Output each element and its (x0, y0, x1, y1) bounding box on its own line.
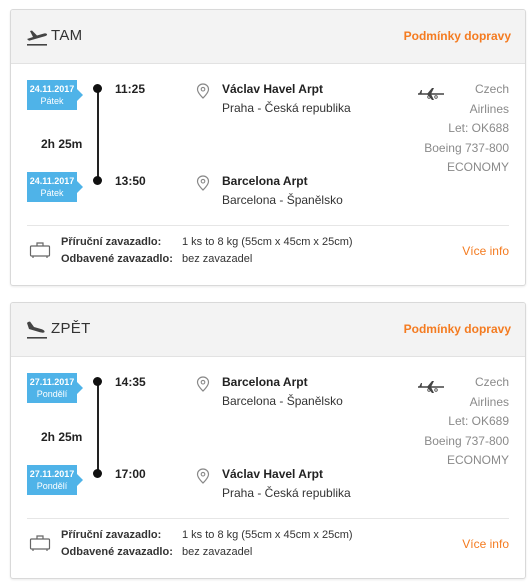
arrival-airport: Barcelona Arpt (222, 174, 308, 188)
hand-baggage-label: Příruční zavazadlo: (61, 236, 162, 248)
checked-baggage-value: bez zavazadel (182, 253, 253, 265)
checked-baggage-label: Odbavené zavazadlo: (61, 253, 173, 265)
arrival-time: 17:00 (115, 467, 146, 481)
departure-date: 24.11.2017 (29, 84, 75, 94)
card-header: TAM Podmínky dopravy (11, 10, 525, 64)
timeline-line (97, 382, 99, 474)
timeline-line (97, 89, 99, 181)
luggage-icon (29, 242, 51, 258)
more-info-link[interactable]: Více info (462, 537, 509, 551)
airline-info: Czech Airlines Let: OK689 Boeing 737-800… (399, 373, 509, 471)
outbound-flight-card: TAM Podmínky dopravy 24.11.2017 Pátek 11… (10, 9, 526, 286)
direction-title: ZPĚT (51, 320, 91, 337)
departure-dot (93, 377, 102, 386)
flight-duration: 2h 25m (41, 430, 83, 444)
departure-time: 14:35 (115, 375, 146, 389)
arrival-date-badge: 27.11.2017 Pondělí (27, 465, 83, 495)
aircraft-type: Boeing 737-800 (424, 140, 509, 155)
departure-time: 11:25 (115, 82, 146, 96)
departure-date: 27.11.2017 (29, 377, 75, 387)
arrival-city: Praha - Česká republika (222, 486, 351, 500)
location-pin-icon (196, 83, 210, 99)
arrival-date-badge: 24.11.2017 Pátek (27, 172, 83, 202)
direction-title: TAM (51, 27, 83, 44)
hand-baggage-value: 1 ks to 8 kg (55cm x 45cm x 25cm) (182, 529, 353, 541)
aircraft-type: Boeing 737-800 (424, 433, 509, 448)
arrival-dot (93, 469, 102, 478)
flight-number: Let: OK688 (448, 121, 509, 135)
airline-info: Czech Airlines Let: OK688 Boeing 737-800… (399, 80, 509, 178)
conditions-link[interactable]: Podmínky dopravy (404, 322, 511, 336)
departure-airport: Barcelona Arpt (222, 375, 308, 389)
airline-name-2: Airlines (469, 101, 509, 116)
divider (27, 518, 509, 519)
airline-name-1: Czech (474, 375, 509, 389)
flight-number: Let: OK689 (448, 414, 509, 428)
location-pin-icon (196, 468, 210, 484)
flight-duration: 2h 25m (41, 137, 83, 151)
arrival-date: 24.11.2017 (29, 176, 75, 186)
location-pin-icon (196, 376, 210, 392)
departure-date-badge: 27.11.2017 Pondělí (27, 373, 83, 403)
departure-airport: Václav Havel Arpt (222, 82, 323, 96)
luggage-icon (29, 535, 51, 551)
airline-name-1: Czech (474, 82, 509, 96)
arrival-time: 13:50 (115, 174, 146, 188)
checked-baggage-label: Odbavené zavazadlo: (61, 546, 173, 558)
departure-dot (93, 84, 102, 93)
more-info-link[interactable]: Více info (462, 244, 509, 258)
cabin-class: ECONOMY (446, 453, 509, 467)
hand-baggage-label: Příruční zavazadlo: (61, 529, 162, 541)
arrival-city: Barcelona - Španělsko (222, 193, 343, 207)
inbound-flight-card: ZPĚT Podmínky dopravy 27.11.2017 Pondělí… (10, 302, 526, 579)
checked-baggage-value: bez zavazadel (182, 546, 253, 558)
departure-weekday: Pondělí (36, 389, 68, 399)
location-pin-icon (196, 175, 210, 191)
departure-city: Praha - Česká republika (222, 101, 351, 115)
arrival-dot (93, 176, 102, 185)
departure-weekday: Pátek (40, 96, 64, 106)
departure-date-badge: 24.11.2017 Pátek (27, 80, 83, 110)
cabin-class: ECONOMY (446, 160, 509, 174)
departure-city: Barcelona - Španělsko (222, 394, 343, 408)
conditions-link[interactable]: Podmínky dopravy (404, 29, 511, 43)
plane-takeoff-icon (27, 30, 48, 46)
divider (27, 225, 509, 226)
arrival-weekday: Pondělí (36, 481, 68, 491)
hand-baggage-value: 1 ks to 8 kg (55cm x 45cm x 25cm) (182, 236, 353, 248)
card-header: ZPĚT Podmínky dopravy (11, 303, 525, 357)
arrival-airport: Václav Havel Arpt (222, 467, 323, 481)
arrival-date: 27.11.2017 (29, 469, 75, 479)
plane-landing-icon (27, 321, 47, 339)
arrival-weekday: Pátek (40, 188, 64, 198)
airline-name-2: Airlines (469, 394, 509, 409)
